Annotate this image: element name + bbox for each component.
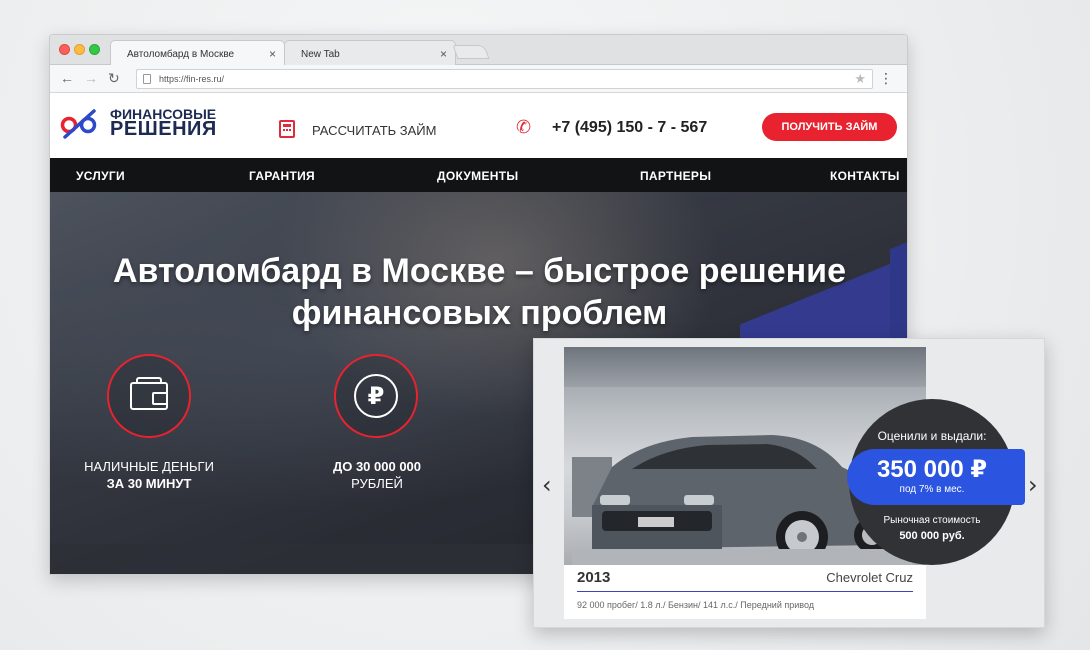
next-arrow-icon[interactable]: › [1028, 471, 1038, 499]
feature-amount-line1: ДО 30 000 000 [332, 459, 422, 474]
site-header: ФИНАНСОВЫЕ РЕШЕНИЯ РАССЧИТАТЬ ЗАЙМ ✆ +7 … [50, 93, 907, 158]
car-year: 2013 [577, 569, 611, 586]
hero-title: Автоломбард в Москве – быстрое решение ф… [50, 250, 907, 334]
logo-line2: РЕШЕНИЯ [110, 118, 217, 140]
logo-text[interactable]: ФИНАНСОВЫЕ РЕШЕНИЯ [110, 107, 217, 140]
badge-rate: под 7% в мес. [899, 484, 965, 495]
hero-title-line2: финансовых проблем [291, 294, 668, 332]
badge-market-label: Рыночная стоимость [883, 515, 981, 526]
bookmark-star-icon[interactable]: ★ [854, 71, 866, 87]
car-model: Chevrolet Cruz [826, 570, 913, 585]
tab-bar: Автоломбард в Москве × New Tab × [50, 35, 907, 66]
forward-arrow-icon[interactable]: → [84, 70, 98, 86]
hero-title-line1: Автоломбард в Москве – быстрое решение [112, 252, 846, 290]
badge-top-text: Оценили и выдали: [877, 429, 987, 443]
reload-icon[interactable]: ↻ [108, 70, 120, 87]
badge-market-value: 500 000 руб. [899, 530, 965, 542]
feature-cash-text: НАЛИЧНЫЕ ДЕНЬГИ ЗА 30 МИНУТ [68, 458, 230, 492]
garage-ceiling [564, 347, 926, 387]
tab-label: Автоломбард в Москве [127, 49, 235, 60]
valuation-badge: Оценили и выдали: 350 000 ₽ под 7% в мес… [847, 399, 1025, 565]
logo-percent-icon[interactable] [60, 107, 100, 139]
phone-icon: ✆ [516, 117, 532, 137]
badge-price: 350 000 ₽ [876, 456, 988, 483]
url-text: https://fin-res.ru/ [159, 74, 225, 84]
wallet-icon [130, 377, 168, 410]
tab-close-icon[interactable]: × [269, 47, 276, 61]
maximize-window-button[interactable] [89, 44, 100, 55]
new-tab-button[interactable] [452, 45, 490, 59]
calculator-icon[interactable] [279, 120, 295, 138]
url-input[interactable]: https://fin-res.ru/ ★ [136, 69, 873, 89]
browser-menu-icon[interactable]: ⋮ [879, 70, 893, 87]
main-nav: УСЛУГИ ГАРАНТИЯ ДОКУМЕНТЫ ПАРТНЕРЫ КОНТА… [50, 158, 907, 192]
feature-cash-line1: НАЛИЧНЫЕ ДЕНЬГИ [84, 459, 214, 474]
nav-item-partners[interactable]: ПАРТНЕРЫ [640, 169, 711, 183]
get-loan-button[interactable]: ПОЛУЧИТЬ ЗАЙМ [762, 113, 897, 141]
car-specs: 92 000 пробег/ 1.8 л./ Бензин/ 141 л.с./… [577, 600, 815, 610]
card-divider [577, 591, 913, 592]
feature-cash-circle [107, 354, 191, 438]
car-offer-card: ‹ › 2013 Chevrolet Cruz 92 000 пробег/ 1… [533, 338, 1045, 628]
nav-item-contacts[interactable]: КОНТАКТЫ [830, 169, 900, 183]
prev-arrow-icon[interactable]: ‹ [542, 471, 552, 499]
feature-amount-circle: ₽ [334, 354, 418, 438]
tab-label: New Tab [301, 49, 340, 60]
address-bar: ← → ↻ https://fin-res.ru/ ★ ⋮ [50, 65, 907, 93]
badge-price-ribbon: 350 000 ₽ под 7% в мес. [847, 449, 1025, 505]
tab-avtolombard[interactable]: Автоломбард в Москве × [110, 40, 285, 66]
phone-number[interactable]: +7 (495) 150 - 7 - 567 [552, 119, 707, 137]
ruble-icon: ₽ [354, 374, 398, 418]
page-icon [143, 74, 151, 84]
nav-item-documents[interactable]: ДОКУМЕНТЫ [437, 169, 518, 183]
nav-item-guarantee[interactable]: ГАРАНТИЯ [249, 169, 315, 183]
back-arrow-icon[interactable]: ← [60, 70, 74, 86]
minimize-window-button[interactable] [74, 44, 85, 55]
calculate-loan-link[interactable]: РАССЧИТАТЬ ЗАЙМ [312, 123, 436, 138]
close-window-button[interactable] [59, 44, 70, 55]
nav-item-services[interactable]: УСЛУГИ [76, 169, 125, 183]
feature-amount-text: ДО 30 000 000 РУБЛЕЙ [297, 458, 457, 492]
feature-amount-line2: РУБЛЕЙ [351, 476, 403, 491]
tab-close-icon[interactable]: × [440, 47, 447, 61]
tab-new-tab[interactable]: New Tab × [284, 40, 456, 66]
feature-cash-line2: ЗА 30 МИНУТ [106, 476, 192, 491]
